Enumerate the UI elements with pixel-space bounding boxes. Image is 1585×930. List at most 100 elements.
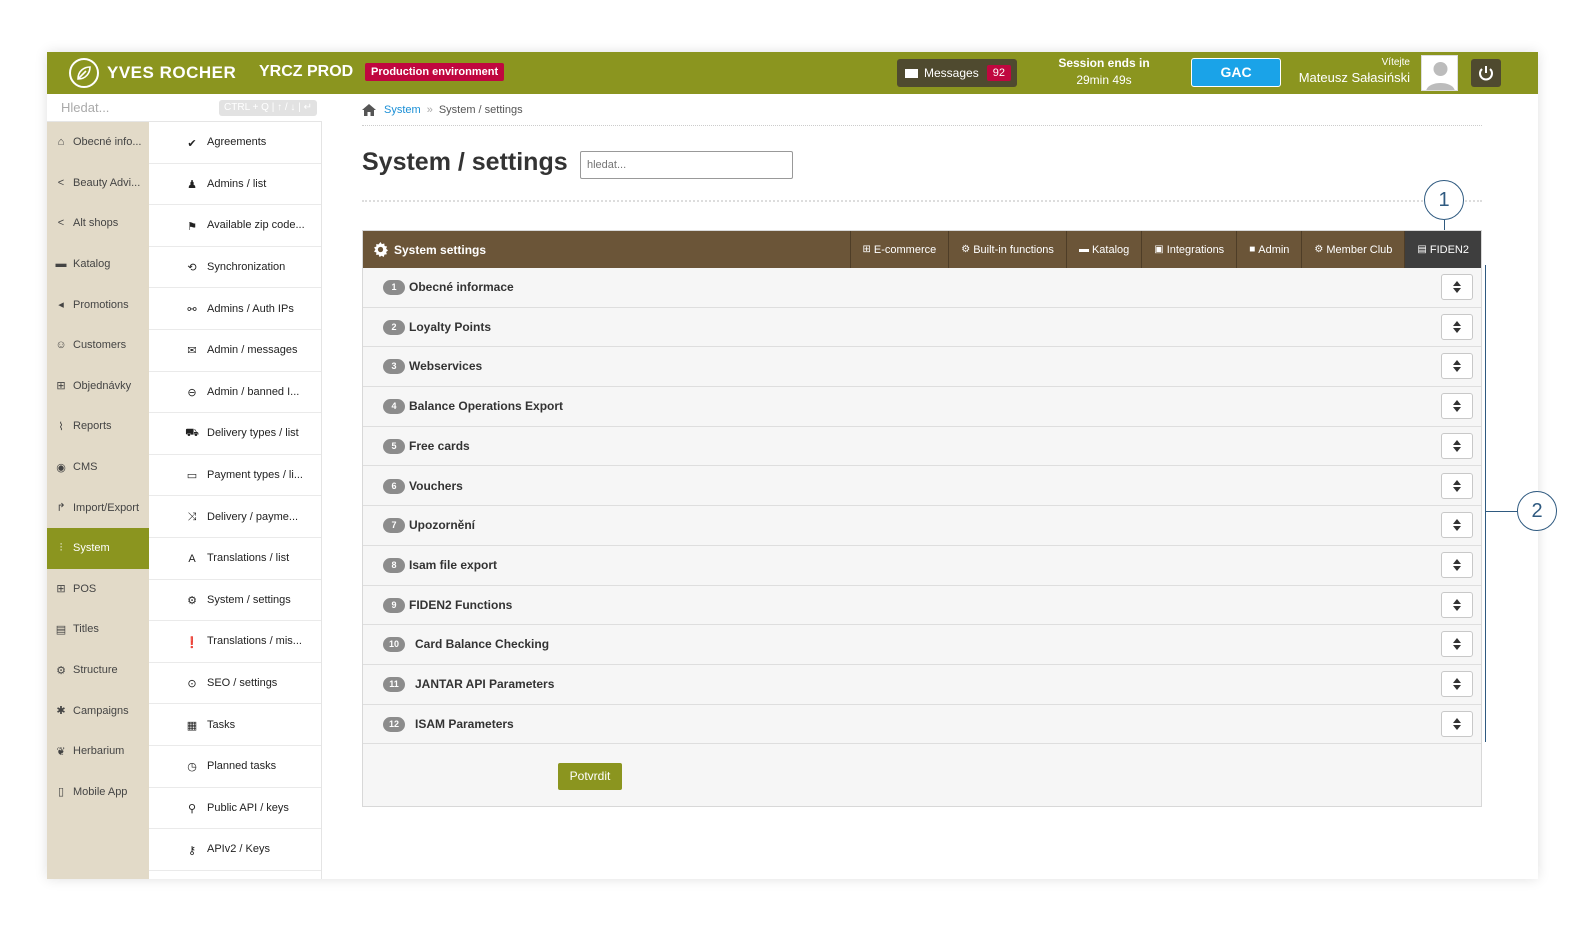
primary-nav-item[interactable]: ⫶ System — [47, 527, 149, 569]
settings-section-row[interactable]: 6 Vouchers — [363, 466, 1481, 507]
expand-toggle-button[interactable] — [1441, 432, 1473, 459]
settings-search-input[interactable] — [580, 151, 793, 179]
section-number-badge: 2 — [383, 319, 405, 335]
secondary-nav-item[interactable]: ⚲ Public API / keys — [149, 788, 321, 830]
primary-nav-item[interactable]: ⌇ Reports — [47, 406, 149, 447]
expand-toggle-button[interactable] — [1441, 393, 1473, 420]
secondary-nav-item[interactable]: ⚑ Available zip code... — [149, 205, 321, 247]
secondary-nav-item[interactable]: ⊖ Admin / banned I... — [149, 372, 321, 414]
primary-nav-item[interactable]: ▬ Katalog — [47, 244, 149, 285]
confirm-button[interactable]: Potvrdit — [558, 763, 622, 790]
secondary-nav-item[interactable]: ⚙ System / settings — [149, 580, 321, 622]
exclamation-icon: ❗ — [185, 636, 199, 649]
settings-section-row[interactable]: 9 FIDEN2 Functions — [363, 585, 1481, 626]
primary-nav-item[interactable]: ◂ Promotions — [47, 284, 149, 325]
logout-button[interactable] — [1471, 59, 1501, 87]
sliders-icon: ⫶ — [59, 541, 63, 554]
expand-toggle-button[interactable] — [1441, 313, 1473, 340]
primary-nav-item[interactable]: < Beauty Advi... — [47, 163, 149, 204]
secondary-nav-item[interactable]: ⊙ SEO / settings — [149, 663, 321, 705]
settings-section-row[interactable]: 11 JANTAR API Parameters — [363, 665, 1481, 705]
expand-toggle-button[interactable] — [1441, 274, 1473, 300]
expand-toggle-button[interactable] — [1441, 551, 1473, 578]
secondary-nav-item[interactable]: ⛟ Delivery types / list — [149, 413, 321, 455]
primary-nav-item[interactable]: ▯ Mobile App — [47, 772, 149, 813]
secondary-nav-item[interactable]: ◷ Planned tasks — [149, 746, 321, 788]
messages-button[interactable]: Messages 92 — [897, 59, 1017, 87]
secondary-nav-item[interactable]: ✔ Agreements — [149, 122, 321, 164]
primary-nav-item[interactable]: ✱ Campaigns — [47, 690, 149, 731]
avatar[interactable] — [1421, 55, 1458, 91]
primary-nav-label: Reports — [73, 420, 112, 433]
user-info[interactable]: Vítejte Mateusz Sałasiński — [1292, 57, 1410, 85]
primary-nav-item[interactable]: ⊞ Objednávky — [47, 366, 149, 407]
secondary-nav-label: Admins / Auth IPs — [207, 302, 294, 315]
settings-section-row[interactable]: 5 Free cards — [363, 426, 1481, 467]
tab-e-commerce[interactable]: ⊞ E-commerce — [849, 231, 949, 268]
section-title: Vouchers — [409, 478, 463, 493]
sort-arrows-icon — [1453, 400, 1461, 413]
settings-section-row[interactable]: 10 Card Balance Checking — [363, 625, 1481, 665]
primary-nav-item[interactable]: ☺ Customers — [47, 325, 149, 366]
shuffle-icon: ⤨ — [187, 510, 197, 523]
primary-nav-item[interactable]: ⌂ Obecné info... — [47, 122, 149, 163]
tab-built-in-functions[interactable]: ⚙ Built-in functions — [948, 231, 1066, 268]
expand-toggle-button[interactable] — [1441, 472, 1473, 499]
primary-nav-label: Katalog — [73, 258, 111, 271]
primary-nav-item[interactable]: ⊞ POS — [47, 569, 149, 610]
expand-toggle-button[interactable] — [1441, 591, 1473, 618]
cart-icon: ⊞ — [56, 380, 66, 393]
primary-nav-item[interactable]: ▤ Titles — [47, 609, 149, 650]
secondary-nav-item[interactable]: A Translations / list — [149, 538, 321, 580]
section-number-badge: 1 — [383, 280, 405, 295]
panel-title-text: System settings — [394, 242, 487, 257]
primary-nav-item[interactable]: < Alt shops — [47, 203, 149, 244]
expand-toggle-button[interactable] — [1441, 671, 1473, 697]
settings-section-row[interactable]: 7 Upozornění — [363, 506, 1481, 546]
share-icon: < — [57, 217, 65, 230]
breadcrumb-link-system[interactable]: System — [384, 104, 421, 116]
leaf-icon: ❦ — [56, 745, 66, 758]
compass-icon: ⊙ — [187, 678, 197, 691]
settings-section-row[interactable]: 3 Webservices — [363, 347, 1481, 388]
top-bar: YVES ROCHER YRCZ PROD Production environ… — [47, 52, 1538, 94]
home-icon[interactable] — [362, 104, 376, 116]
primary-nav-item[interactable]: ⚙ Structure — [47, 650, 149, 691]
primary-nav-item[interactable]: ❦ Herbarium — [47, 731, 149, 772]
secondary-nav-item[interactable]: ▦ Tasks — [149, 704, 321, 746]
expand-toggle-button[interactable] — [1441, 353, 1473, 380]
lock-icon: ■ — [1249, 244, 1256, 255]
sort-arrows-icon — [1453, 479, 1461, 492]
settings-section-row[interactable]: 4 Balance Operations Export — [363, 387, 1481, 427]
expand-toggle-button[interactable] — [1441, 631, 1473, 658]
secondary-nav-item[interactable]: ⟲ Synchronization — [149, 247, 321, 289]
tab-label: FIDEN2 — [1429, 243, 1469, 256]
settings-section-row[interactable]: 12 ISAM Parameters — [363, 704, 1481, 745]
sort-arrows-icon — [1453, 281, 1461, 293]
brand-logo[interactable]: YVES ROCHER — [69, 58, 236, 88]
settings-section-row[interactable]: 8 Isam file export — [363, 545, 1481, 586]
settings-section-row[interactable]: 2 Loyalty Points — [363, 307, 1481, 348]
section-title: Free cards — [409, 438, 470, 453]
section-number-badge: 11 — [383, 677, 405, 692]
gac-button[interactable]: GAC — [1191, 58, 1281, 87]
secondary-nav-item[interactable]: ✉ Admin / messages — [149, 330, 321, 372]
secondary-nav-item[interactable]: ▭ Payment types / li... — [149, 455, 321, 497]
secondary-nav-item[interactable]: ❗ Translations / mis... — [149, 621, 321, 663]
nav-search[interactable]: Hledat... CTRL + Q | ↑ / ↓ | ↵ — [47, 94, 322, 122]
secondary-nav-item[interactable]: ⚷ APIv2 / Keys — [149, 829, 321, 871]
expand-toggle-button[interactable] — [1441, 710, 1473, 737]
secondary-nav-item[interactable]: ⤨ Delivery / payme... — [149, 496, 321, 538]
annotation-leader-1 — [1444, 220, 1445, 230]
secondary-nav-item[interactable]: ♟ Admins / list — [149, 164, 321, 206]
expand-toggle-button[interactable] — [1441, 512, 1473, 539]
tab-fiden2[interactable]: ▤ FIDEN2 — [1404, 231, 1481, 268]
primary-nav-item[interactable]: ◉ CMS — [47, 447, 149, 488]
tab-integrations[interactable]: ▣ Integrations — [1141, 231, 1236, 268]
secondary-nav-item[interactable]: ⚯ Admins / Auth IPs — [149, 288, 321, 330]
primary-nav-item[interactable]: ↱ Import/Export — [47, 487, 149, 528]
tab-member-club[interactable]: ⚙ Member Club — [1301, 231, 1404, 268]
tab-admin[interactable]: ■ Admin — [1236, 231, 1301, 268]
settings-section-row[interactable]: 1 Obecné informace — [363, 268, 1481, 308]
tab-katalog[interactable]: ▬ Katalog — [1065, 231, 1141, 268]
